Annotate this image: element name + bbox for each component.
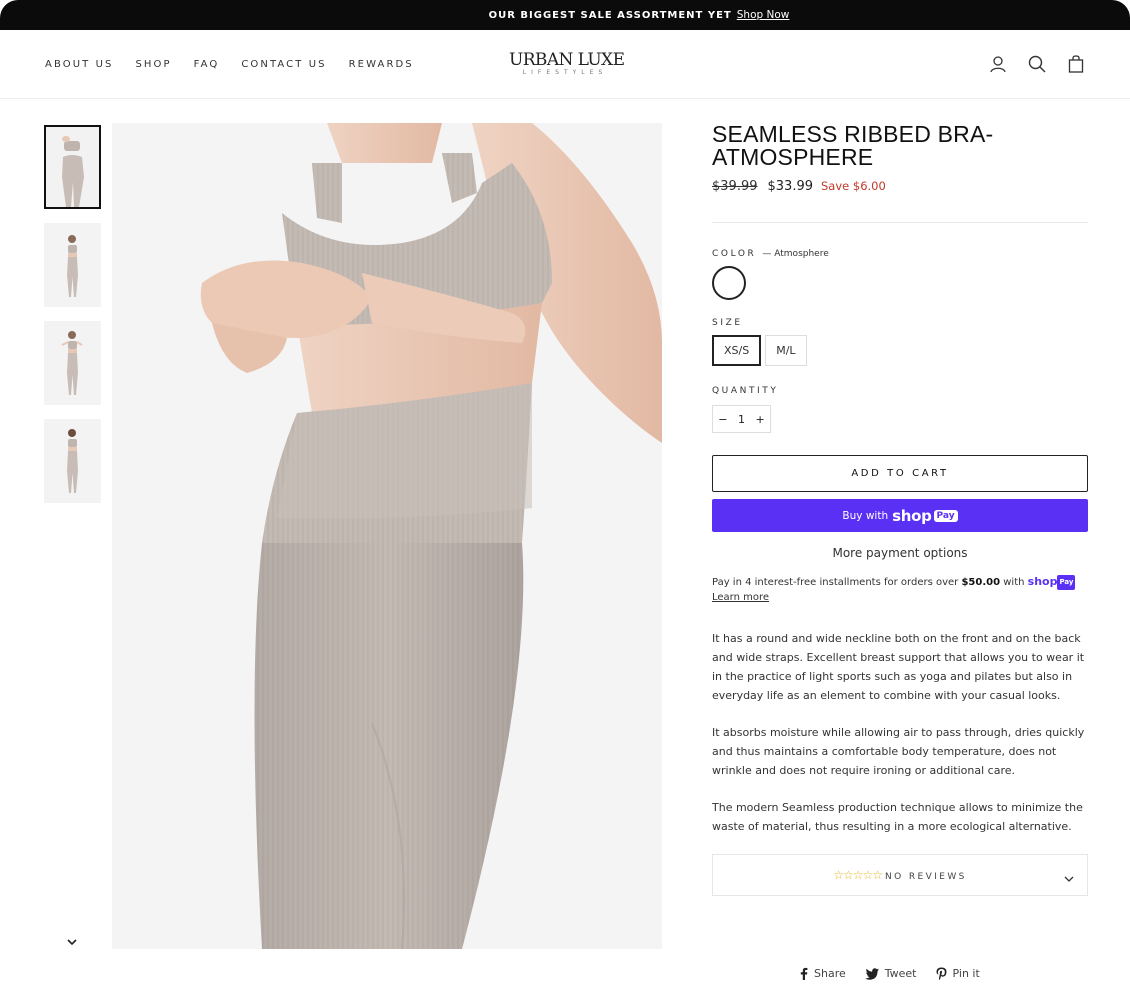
shop-pay-prefix: Buy with — [842, 509, 889, 522]
size-option-xs-s[interactable]: XS/S — [712, 335, 762, 366]
shop-pay-badge: Pay — [933, 509, 958, 522]
share-twitter-button[interactable]: Tweet — [864, 967, 917, 980]
quantity-stepper: − 1 + — [712, 405, 771, 433]
announcement-text: OUR BIGGEST SALE ASSORTMENT YET — [488, 9, 732, 21]
thumbnail-2[interactable] — [44, 223, 101, 307]
shop-pay-logo: shop — [892, 506, 932, 525]
size-options: XS/S M/L — [712, 335, 1088, 366]
add-to-cart-button[interactable]: ADD TO CART — [712, 455, 1088, 492]
quantity-minus-button[interactable]: − — [718, 413, 727, 426]
logo-main-text: URBAN LUXE — [509, 50, 625, 70]
main-product-image[interactable] — [112, 123, 662, 949]
share-label: Share — [814, 967, 846, 980]
site-header: ABOUT US SHOP FAQ CONTACT US REWARDS URB… — [0, 30, 1130, 99]
search-icon[interactable] — [1027, 54, 1047, 74]
reviews-label: NO REVIEWS — [885, 871, 967, 882]
nav-rewards[interactable]: REWARDS — [349, 59, 414, 70]
more-payment-options-link[interactable]: More payment options — [712, 546, 1088, 560]
facebook-icon — [800, 967, 808, 980]
thumbnail-scroll-down-icon[interactable] — [64, 933, 80, 946]
nav-shop[interactable]: SHOP — [135, 59, 171, 70]
installments-pay-badge: Pay — [1057, 575, 1076, 590]
installments-amount: $50.00 — [961, 577, 1001, 588]
quantity-input[interactable]: 1 — [738, 413, 745, 426]
share-row: Share Tweet Pin it — [800, 967, 999, 980]
thumbnail-4[interactable] — [44, 419, 101, 503]
installments-text: Pay in 4 interest-free installments for … — [712, 577, 959, 588]
twitter-icon — [864, 967, 879, 980]
description-paragraph: It has a round and wide neckline both on… — [712, 632, 1085, 702]
savings-badge: Save $6.00 — [821, 179, 886, 193]
thumbnail-1[interactable] — [44, 125, 101, 209]
quantity-plus-button[interactable]: + — [756, 413, 765, 426]
product-title: SEAMLESS RIBBED BRA-ATMOSPHERE — [712, 121, 994, 170]
star-rating-icon: ☆☆☆☆☆ — [833, 868, 883, 882]
reviews-accordion[interactable]: ☆☆☆☆☆ NO REVIEWS — [712, 854, 1088, 896]
installments-shop-logo: shop — [1027, 575, 1058, 588]
thumbnail-3[interactable] — [44, 321, 101, 405]
share-pinterest-button[interactable]: Pin it — [936, 967, 980, 980]
sale-price: $33.99 — [767, 179, 814, 194]
chevron-down-icon — [1063, 869, 1075, 888]
nav-faq[interactable]: FAQ — [194, 59, 220, 70]
user-icon[interactable] — [988, 54, 1008, 74]
pin-label: Pin it — [952, 967, 980, 980]
color-value: — Atmosphere — [762, 249, 829, 259]
shop-pay-button[interactable]: Buy with shop Pay — [712, 499, 1088, 532]
main-nav: ABOUT US SHOP FAQ CONTACT US REWARDS — [45, 59, 436, 70]
thumbnail-list — [44, 125, 101, 517]
size-label: SIZE — [712, 318, 743, 328]
share-facebook-button[interactable]: Share — [800, 967, 846, 980]
shop-now-link[interactable]: Shop Now — [737, 9, 790, 21]
site-logo[interactable]: URBAN LUXE LIFESTYLES — [509, 50, 625, 77]
product-info: SEAMLESS RIBBED BRA-ATMOSPHERE $39.99 $3… — [712, 123, 1088, 896]
pinterest-icon — [936, 967, 946, 980]
tweet-label: Tweet — [884, 967, 917, 980]
color-row: COLOR — Atmosphere — [712, 249, 1088, 259]
announcement-bar: OUR BIGGEST SALE ASSORTMENT YET Shop Now — [0, 0, 1130, 30]
original-price: $39.99 — [712, 179, 758, 194]
color-swatch-atmosphere[interactable] — [712, 266, 746, 300]
price-row: $39.99 $33.99 Save $6.00 — [712, 179, 1088, 194]
learn-more-link[interactable]: Learn more — [712, 590, 1088, 605]
product-description: It has a round and wide neckline both on… — [712, 629, 1088, 836]
size-option-m-l[interactable]: M/L — [765, 335, 807, 366]
installments-info: Pay in 4 interest-free installments for … — [712, 574, 1088, 605]
nav-about-us[interactable]: ABOUT US — [45, 59, 113, 70]
nav-contact-us[interactable]: CONTACT US — [241, 59, 326, 70]
bag-icon[interactable] — [1066, 54, 1086, 74]
divider — [712, 222, 1088, 223]
logo-sub-text: LIFESTYLES — [522, 69, 608, 76]
header-icons — [969, 54, 1086, 74]
installments-with: with — [1003, 577, 1025, 588]
quantity-label: QUANTITY — [712, 386, 779, 396]
description-paragraph: It absorbs moisture while allowing air t… — [712, 726, 1085, 777]
color-label: COLOR — [712, 249, 757, 259]
description-paragraph: The modern Seamless production technique… — [712, 801, 1083, 833]
